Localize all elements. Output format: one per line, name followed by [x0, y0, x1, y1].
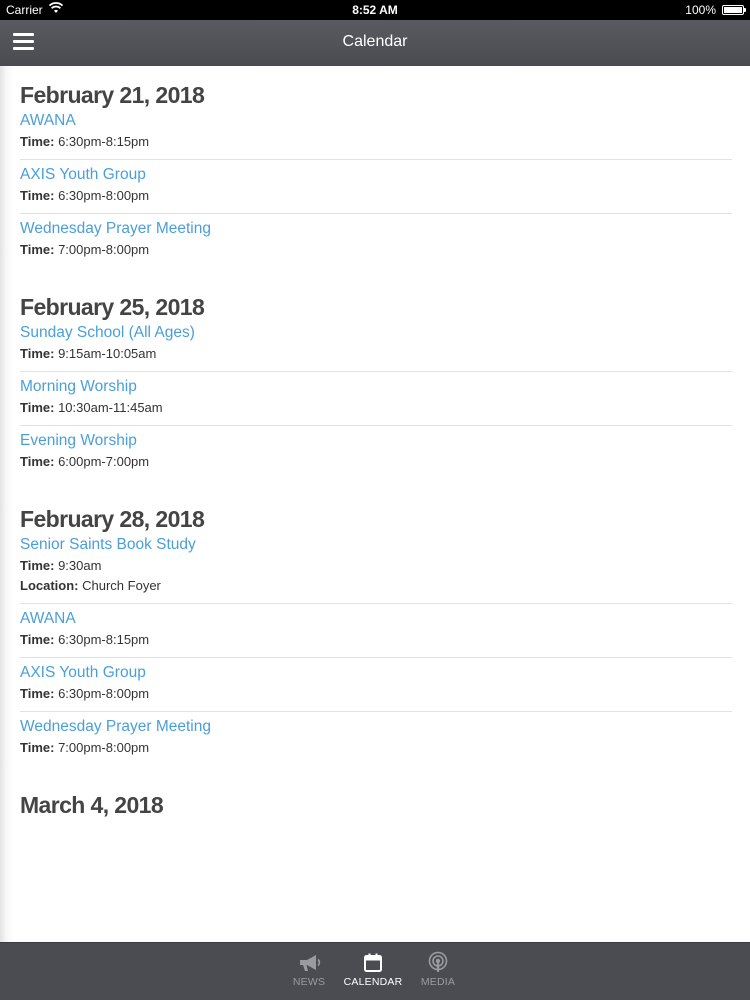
- event-title-link[interactable]: AXIS Youth Group: [20, 164, 732, 186]
- time-label: Time:: [20, 740, 55, 755]
- event-title-link[interactable]: Senior Saints Book Study: [20, 534, 732, 556]
- podcast-icon: [403, 951, 473, 977]
- day-header: February 25, 2018: [20, 294, 205, 320]
- status-time: 8:52 AM: [352, 3, 398, 17]
- event-item[interactable]: Sunday School (All Ages) Time: 9:15am-10…: [20, 318, 732, 372]
- time-label: Time:: [20, 188, 55, 203]
- event-time: Time: 6:30pm-8:00pm: [20, 684, 732, 704]
- day-group: March 4, 2018: [0, 765, 750, 818]
- day-header: February 28, 2018: [20, 506, 205, 532]
- event-title-link[interactable]: AXIS Youth Group: [20, 662, 732, 684]
- time-label: Time:: [20, 632, 55, 647]
- nav-bar: Calendar: [0, 20, 750, 66]
- event-time: Time: 9:15am-10:05am: [20, 344, 732, 364]
- battery-percent: 100%: [685, 3, 716, 17]
- time-value: 6:00pm-7:00pm: [58, 454, 150, 469]
- time-value: 6:30pm-8:00pm: [58, 686, 150, 701]
- time-label: Time:: [20, 558, 55, 573]
- time-label: Time:: [20, 400, 55, 415]
- time-value: 6:30pm-8:00pm: [58, 188, 150, 203]
- event-location: Location: Church Foyer: [20, 576, 732, 596]
- tab-news[interactable]: NEWS: [274, 943, 344, 988]
- event-item[interactable]: Senior Saints Book Study Time: 9:30am Lo…: [20, 530, 732, 604]
- day-group: February 21, 2018 AWANA Time: 6:30pm-8:1…: [0, 66, 750, 267]
- status-bar: Carrier 8:52 AM 100%: [0, 0, 750, 20]
- event-item[interactable]: AXIS Youth Group Time: 6:30pm-8:00pm: [20, 658, 732, 712]
- event-item[interactable]: Wednesday Prayer Meeting Time: 7:00pm-8:…: [20, 712, 732, 765]
- time-label: Time:: [20, 242, 55, 257]
- event-item[interactable]: AWANA Time: 6:30pm-8:15pm: [20, 106, 732, 160]
- event-item[interactable]: Morning Worship Time: 10:30am-11:45am: [20, 372, 732, 426]
- event-item[interactable]: Evening Worship Time: 6:00pm-7:00pm: [20, 426, 732, 479]
- event-item[interactable]: Wednesday Prayer Meeting Time: 7:00pm-8:…: [20, 214, 732, 267]
- event-time: Time: 10:30am-11:45am: [20, 398, 732, 418]
- event-time: Time: 6:30pm-8:00pm: [20, 186, 732, 206]
- calendar-list[interactable]: February 21, 2018 AWANA Time: 6:30pm-8:1…: [0, 66, 750, 943]
- time-value: 10:30am-11:45am: [58, 400, 163, 415]
- event-title-link[interactable]: Wednesday Prayer Meeting: [20, 218, 732, 240]
- time-value: 7:00pm-8:00pm: [58, 242, 150, 257]
- day-group: February 28, 2018 Senior Saints Book Stu…: [0, 479, 750, 765]
- battery-icon: [722, 5, 746, 15]
- event-time: Time: 9:30am: [20, 556, 732, 576]
- page-title: Calendar: [342, 33, 408, 50]
- event-title-link[interactable]: Sunday School (All Ages): [20, 322, 732, 344]
- event-time: Time: 6:30pm-8:15pm: [20, 132, 732, 152]
- time-label: Time:: [20, 686, 55, 701]
- event-item[interactable]: AXIS Youth Group Time: 6:30pm-8:00pm: [20, 160, 732, 214]
- calendar-icon: [338, 951, 408, 977]
- event-item[interactable]: AWANA Time: 6:30pm-8:15pm: [20, 604, 732, 658]
- location-value: Church Foyer: [82, 578, 161, 593]
- tab-media[interactable]: MEDIA: [403, 943, 473, 988]
- event-time: Time: 7:00pm-8:00pm: [20, 240, 732, 260]
- megaphone-icon: [274, 951, 344, 977]
- event-title-link[interactable]: Evening Worship: [20, 430, 732, 452]
- tab-bar: NEWS CALENDAR MEDIA: [0, 942, 750, 1000]
- time-label: Time:: [20, 346, 55, 361]
- event-title-link[interactable]: Morning Worship: [20, 376, 732, 398]
- time-value: 9:30am: [58, 558, 102, 573]
- event-title-link[interactable]: AWANA: [20, 608, 732, 630]
- event-time: Time: 7:00pm-8:00pm: [20, 738, 732, 758]
- location-label: Location:: [20, 578, 79, 593]
- time-label: Time:: [20, 454, 55, 469]
- time-value: 9:15am-10:05am: [58, 346, 157, 361]
- time-value: 7:00pm-8:00pm: [58, 740, 150, 755]
- day-header: March 4, 2018: [20, 792, 164, 818]
- time-value: 6:30pm-8:15pm: [58, 134, 150, 149]
- tab-label: MEDIA: [420, 976, 456, 988]
- event-time: Time: 6:30pm-8:15pm: [20, 630, 732, 650]
- day-group: February 25, 2018 Sunday School (All Age…: [0, 267, 750, 479]
- event-title-link[interactable]: AWANA: [20, 110, 732, 132]
- event-time: Time: 6:00pm-7:00pm: [20, 452, 732, 472]
- time-value: 6:30pm-8:15pm: [58, 632, 150, 647]
- tab-label: NEWS: [292, 976, 326, 988]
- tab-calendar[interactable]: CALENDAR: [338, 943, 408, 988]
- event-title-link[interactable]: Wednesday Prayer Meeting: [20, 716, 732, 738]
- time-label: Time:: [20, 134, 55, 149]
- tab-label: CALENDAR: [343, 976, 403, 988]
- day-header: February 21, 2018: [20, 82, 205, 108]
